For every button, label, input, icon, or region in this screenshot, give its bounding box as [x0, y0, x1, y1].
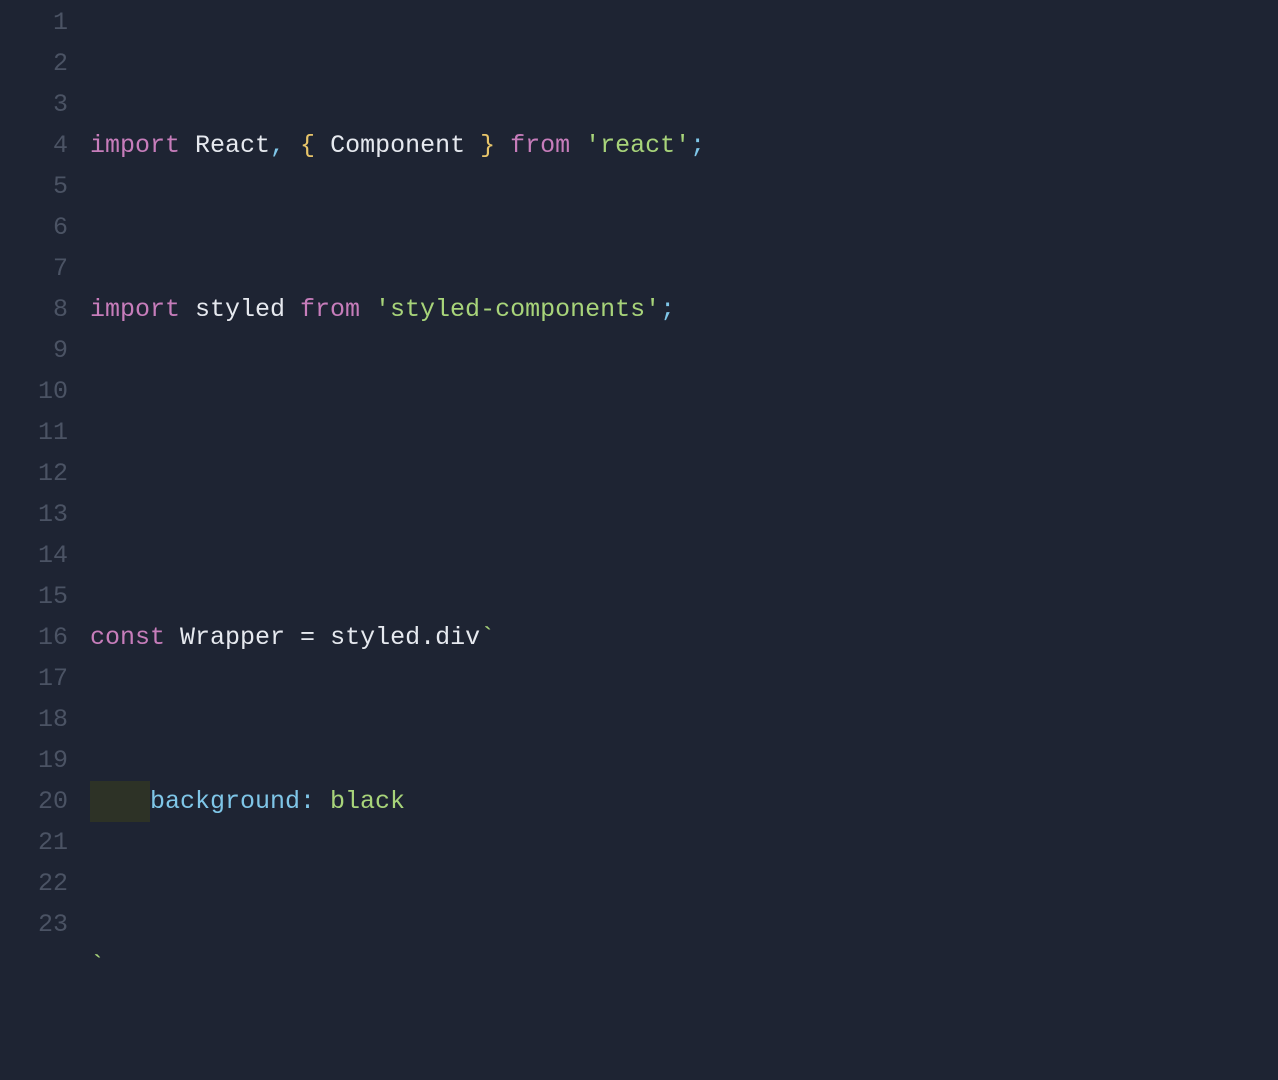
keyword-from: from: [510, 125, 570, 166]
styled-div: styled.div: [330, 617, 480, 658]
keyword-const: const: [90, 617, 165, 658]
semicolon: ;: [660, 289, 675, 330]
line-number: 15: [0, 576, 68, 617]
equals: =: [285, 617, 330, 658]
line-number: 13: [0, 494, 68, 535]
line-number-gutter: 1234567891011121314151617181920212223: [0, 0, 90, 1080]
identifier-react: React: [195, 125, 270, 166]
line-number: 12: [0, 453, 68, 494]
keyword-import: import: [90, 125, 180, 166]
line-number: 22: [0, 863, 68, 904]
keyword-import: import: [90, 289, 180, 330]
line-number: 23: [0, 904, 68, 945]
identifier-wrapper: Wrapper: [180, 617, 285, 658]
identifier-component: Component: [330, 125, 465, 166]
line-number: 14: [0, 535, 68, 576]
code-line[interactable]: `: [90, 945, 1278, 986]
line-number: 1: [0, 2, 68, 43]
line-number: 4: [0, 125, 68, 166]
code-line[interactable]: const Wrapper = styled.div`: [90, 617, 1278, 658]
line-number: 17: [0, 658, 68, 699]
comma: ,: [270, 125, 285, 166]
line-number: 9: [0, 330, 68, 371]
line-number: 19: [0, 740, 68, 781]
line-number: 5: [0, 166, 68, 207]
line-number: 11: [0, 412, 68, 453]
string-styled-components: 'styled-components': [375, 289, 660, 330]
semicolon: ;: [690, 125, 705, 166]
brace-close: }: [465, 125, 510, 166]
line-number: 3: [0, 84, 68, 125]
line-number: 2: [0, 43, 68, 84]
code-line[interactable]: import styled from 'styled-components';: [90, 289, 1278, 330]
line-number: 8: [0, 289, 68, 330]
css-property: background:: [150, 781, 315, 822]
css-value: black: [315, 781, 405, 822]
code-line-empty[interactable]: [90, 453, 1278, 494]
code-line[interactable]: import React, { Component } from 'react';: [90, 125, 1278, 166]
line-number: 6: [0, 207, 68, 248]
indent-guide: [90, 781, 150, 822]
backtick: `: [90, 945, 105, 986]
line-number: 16: [0, 617, 68, 658]
backtick: `: [480, 617, 495, 658]
code-editor[interactable]: 1234567891011121314151617181920212223 im…: [0, 0, 1278, 1080]
brace-open: {: [285, 125, 330, 166]
line-number: 18: [0, 699, 68, 740]
line-number: 10: [0, 371, 68, 412]
line-number: 20: [0, 781, 68, 822]
string-react: 'react': [585, 125, 690, 166]
code-area[interactable]: importReact, { Component } from'react'; …: [90, 0, 1278, 1080]
keyword-from: from: [300, 289, 360, 330]
identifier-styled: styled: [195, 289, 285, 330]
line-number: 7: [0, 248, 68, 289]
code-line[interactable]: background: black: [90, 781, 1278, 822]
line-number: 21: [0, 822, 68, 863]
